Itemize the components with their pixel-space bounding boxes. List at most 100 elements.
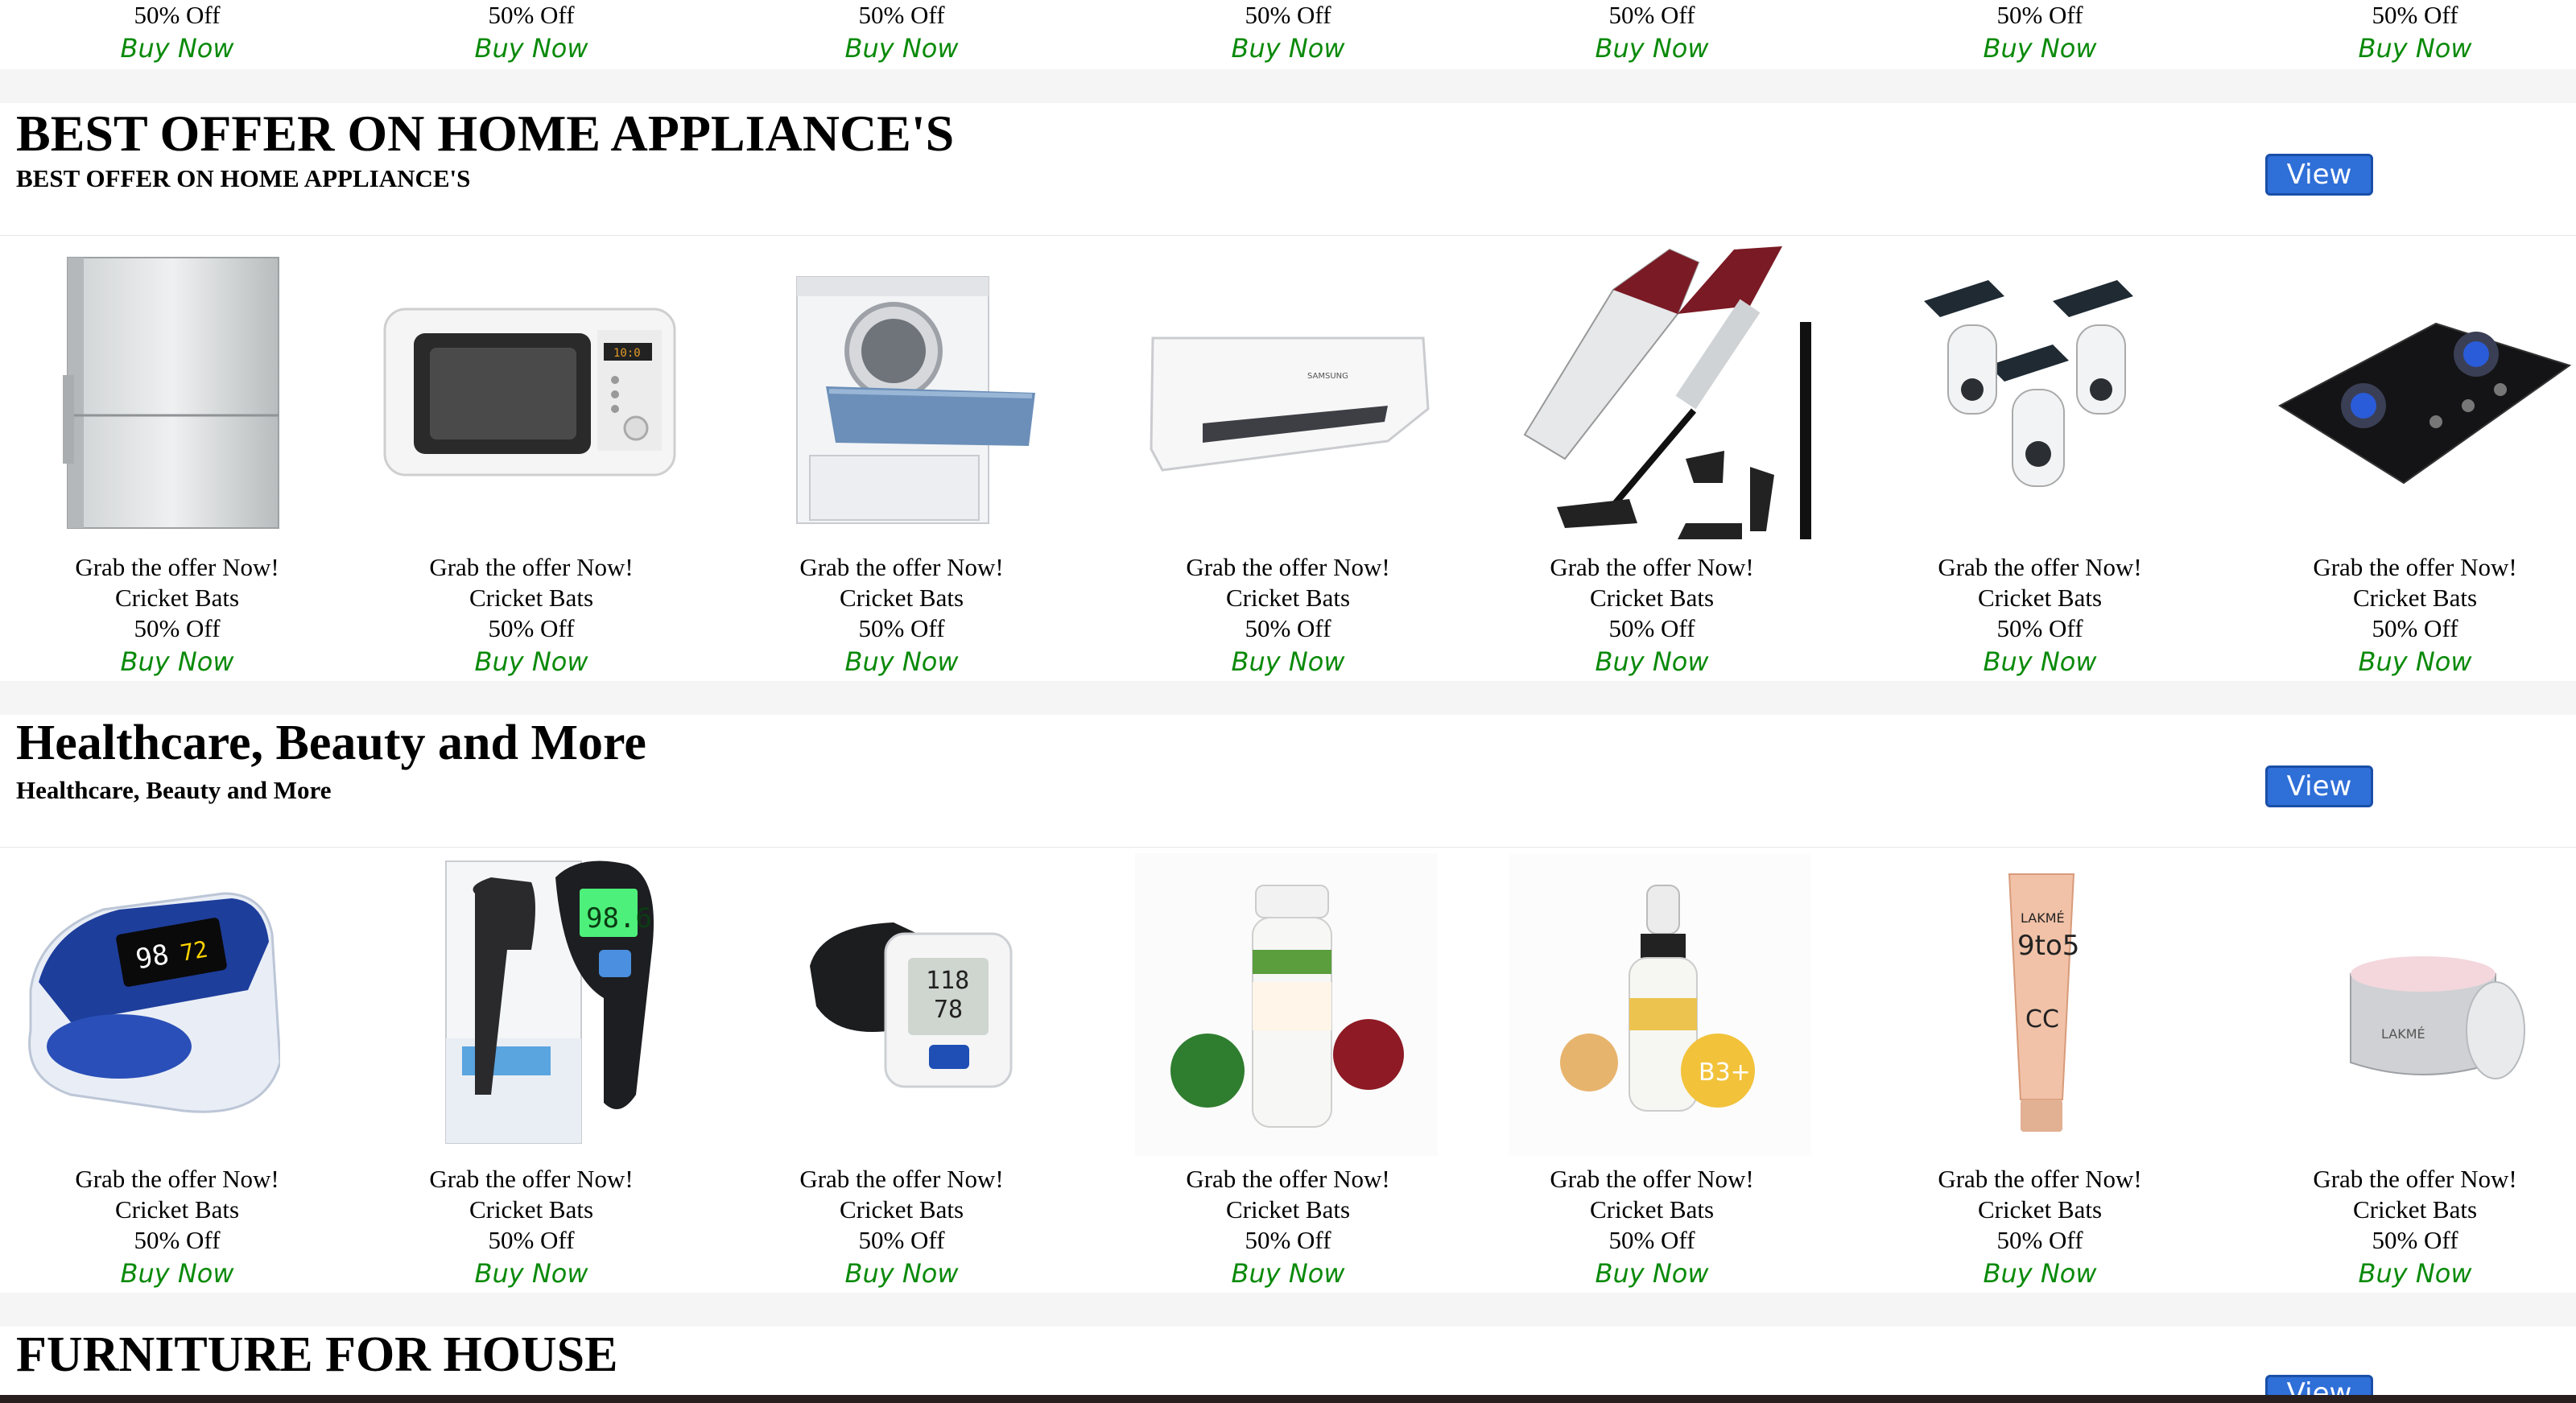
offer-text: Grab the offer Now! [1938,553,2142,581]
product-name: Cricket Bats [2352,1195,2478,1223]
product-name: Cricket Bats [114,584,240,612]
product-card: Grab the offer Now! Cricket Bats 50% Off… [2238,552,2576,679]
product-card: Grab the offer Now! Cricket Bats 50% Off… [0,1164,354,1291]
gas-stove-image[interactable] [2275,317,2573,486]
buy-now-link[interactable]: Buy Now [1111,644,1465,679]
air-conditioner-image[interactable]: SAMSUNG [1146,328,1430,481]
buy-now-link[interactable]: Buy Now [2238,31,2576,66]
pulse-oximeter-image[interactable]: 98 72 [23,885,280,1127]
refrigerator-image[interactable] [60,254,285,536]
discount-text: 50% Off [1245,1,1331,29]
product-card: Grab the offer Now! Cricket Bats 50% Off… [1863,1164,2217,1291]
offer-text: Grab the offer Now! [1938,1165,2142,1193]
bottom-edge-bar [0,1395,2576,1403]
product-card: Grab the offer Now! Cricket Bats 50% Off… [724,552,1079,679]
buy-now-link[interactable]: Buy Now [0,31,354,66]
vacuum-cleaner-image[interactable] [1509,241,1823,546]
buy-now-link[interactable]: Buy Now [724,31,1079,66]
svg-text:SAMSUNG: SAMSUNG [1307,372,1348,381]
discount-text: 50% Off [1608,1226,1695,1254]
product-name: Cricket Bats [1977,1195,2103,1223]
buy-now-link[interactable]: Buy Now [1111,1256,1465,1291]
offer-text: Grab the offer Now! [2313,553,2517,581]
buy-now-link[interactable]: Buy Now [724,644,1079,679]
section-subtitle: Healthcare, Beauty and More [16,776,332,804]
discount-text: 50% Off [2372,614,2458,642]
buy-now-link[interactable]: Buy Now [1111,31,1465,66]
product-card: Grab the offer Now! Cricket Bats 50% Off… [0,552,354,679]
discount-text: 50% Off [1608,614,1695,642]
product-card: 50% Off Buy Now [1475,0,1829,66]
buy-now-link[interactable]: Buy Now [354,1256,708,1291]
discount-text: 50% Off [858,1,945,29]
offer-text: Grab the offer Now! [75,1165,279,1193]
section-title: FURNITURE FOR HOUSE [16,1327,618,1382]
discount-text: 50% Off [2372,1226,2458,1254]
cc-cream-image[interactable]: LAKMÉ 9to5 CC [1985,866,2098,1140]
discount-text: 50% Off [858,614,945,642]
buy-now-link[interactable]: Buy Now [1475,644,1829,679]
product-card: Grab the offer Now! Cricket Bats 50% Off… [1111,1164,1465,1291]
bp-monitor-image[interactable]: 118 78 [805,918,1016,1095]
product-name: Cricket Bats [469,584,594,612]
product-card: Grab the offer Now! Cricket Bats 50% Off… [1111,552,1465,679]
buy-now-link[interactable]: Buy Now [1863,31,2217,66]
offer-text: Grab the offer Now! [75,553,279,581]
product-name: Cricket Bats [839,584,964,612]
product-name: Cricket Bats [1225,1195,1351,1223]
product-card: 50% Off Buy Now [2238,0,2576,66]
product-card: Grab the offer Now! Cricket Bats 50% Off… [354,552,708,679]
section-divider-band [0,1293,2576,1327]
product-name: Cricket Bats [469,1195,594,1223]
section-subtitle: BEST OFFER ON HOME APPLIANCE'S [16,164,471,192]
discount-text: 50% Off [134,614,221,642]
discount-text: 50% Off [1996,1226,2083,1254]
buy-now-link[interactable]: Buy Now [2238,644,2576,679]
product-card: Grab the offer Now! Cricket Bats 50% Off… [1475,1164,1829,1291]
svg-text:B3+: B3+ [1699,1058,1751,1087]
header-divider [0,235,2576,236]
offer-text: Grab the offer Now! [1186,1165,1390,1193]
thermometer-image[interactable]: 98.6 [443,853,684,1148]
buy-now-link[interactable]: Buy Now [0,644,354,679]
offer-text: Grab the offer Now! [1186,553,1390,581]
discount-text: 50% Off [1608,1,1695,29]
discount-text: 50% Off [134,1226,221,1254]
buy-now-link[interactable]: Buy Now [1475,1256,1829,1291]
discount-text: 50% Off [1245,1226,1331,1254]
svg-text:10:0: 10:0 [613,347,641,360]
washing-machine-image[interactable] [794,274,1035,528]
svg-text:98.6: 98.6 [586,902,652,935]
product-card: Grab the offer Now! Cricket Bats 50% Off… [1475,552,1829,679]
security-cameras-image[interactable] [1916,277,2178,502]
buy-now-link[interactable]: Buy Now [0,1256,354,1291]
buy-now-link[interactable]: Buy Now [354,31,708,66]
buy-now-link[interactable]: Buy Now [1863,1256,2217,1291]
buy-now-link[interactable]: Buy Now [1863,644,2217,679]
svg-text:72: 72 [179,935,210,966]
microwave-image[interactable]: 10:0 [382,306,679,483]
section-title: BEST OFFER ON HOME APPLIANCE'S [16,105,955,162]
view-all-button[interactable]: View All [2265,154,2373,228]
buy-now-link[interactable]: Buy Now [2238,1256,2576,1291]
product-name: Cricket Bats [2352,584,2478,612]
header-divider [0,847,2576,848]
view-all-button[interactable]: View All [2265,765,2373,840]
offer-text: Grab the offer Now! [429,553,634,581]
product-card: 50% Off Buy Now [354,0,708,66]
face-cream-jar-image[interactable]: LAKMÉ [2334,950,2528,1095]
product-card: 50% Off Buy Now [724,0,1079,66]
section-divider-band [0,681,2576,715]
buy-now-link[interactable]: Buy Now [724,1256,1079,1291]
offer-text: Grab the offer Now! [1550,553,1754,581]
buy-now-link[interactable]: Buy Now [1475,31,1829,66]
discount-text: 50% Off [134,1,221,29]
discount-text: 50% Off [1245,614,1331,642]
offer-text: Grab the offer Now! [429,1165,634,1193]
product-name: Cricket Bats [839,1195,964,1223]
buy-now-link[interactable]: Buy Now [354,644,708,679]
product-name: Cricket Bats [1589,584,1715,612]
section-title: Healthcare, Beauty and More [16,716,646,770]
day-cream-image[interactable] [1135,853,1438,1156]
face-serum-image[interactable]: B3+ [1509,853,1811,1156]
